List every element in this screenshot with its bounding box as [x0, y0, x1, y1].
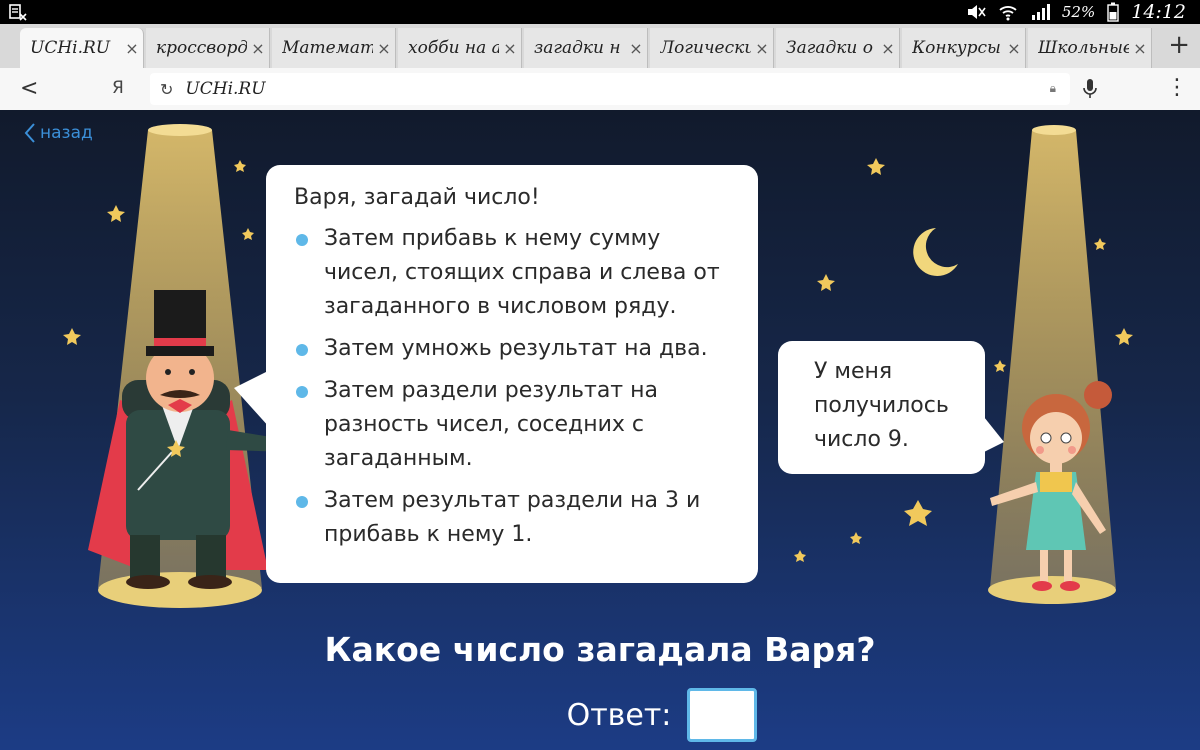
browser-back-button[interactable]: < — [20, 76, 38, 101]
bubble-lead: Варя, загадай число! — [294, 185, 540, 210]
tab-label: кроссворд — [156, 38, 247, 58]
close-icon[interactable]: × — [247, 39, 269, 58]
close-icon[interactable]: × — [751, 39, 773, 58]
magician-speech-bubble: Варя, загадай число! Затем прибавь к нем… — [266, 165, 758, 583]
tab-strip: UCHi.RU× кроссворд× Математи× хобби на а… — [0, 24, 1200, 68]
tab-uchi[interactable]: UCHi.RU × — [20, 28, 144, 68]
close-icon[interactable]: × — [1129, 39, 1151, 58]
new-tab-button[interactable]: + — [1168, 30, 1190, 60]
close-icon[interactable]: × — [121, 39, 143, 58]
instruction-step: Затем умножь результат на два. — [294, 332, 734, 366]
close-icon[interactable]: × — [625, 39, 647, 58]
microphone-icon[interactable] — [1082, 77, 1098, 101]
yandex-button[interactable]: Я — [112, 78, 124, 98]
instruction-step: Затем раздели результат на разность чисе… — [294, 374, 734, 476]
question-text: Какое число загадала Варя? — [324, 630, 876, 669]
wifi-icon — [999, 6, 1017, 21]
instruction-step: Затем результат раздели на 3 и прибавь к… — [294, 484, 734, 552]
close-icon[interactable]: × — [1003, 39, 1025, 58]
status-bar: 52% 14:12 — [0, 0, 1200, 24]
lock-icon: 🔒︎ — [1049, 81, 1056, 95]
address-bar: < Я ↻ UCHi.RU 🔒︎ ⋮ — [0, 68, 1200, 111]
url-text: UCHi.RU — [185, 79, 266, 99]
close-icon[interactable]: × — [373, 39, 395, 58]
tab-label: Математи — [282, 38, 373, 58]
tab-label: Загадки о — [786, 38, 873, 58]
answer-input[interactable] — [687, 688, 758, 742]
tab-math[interactable]: Математи× — [272, 28, 396, 68]
notification-icon — [9, 4, 27, 21]
tab-label: загадки н — [534, 38, 621, 58]
tab-label: Конкурсы — [912, 38, 1001, 58]
url-field[interactable]: ↻ UCHi.RU 🔒︎ — [150, 73, 1070, 105]
clock: 14:12 — [1131, 1, 1186, 23]
mute-icon — [967, 5, 986, 19]
back-link[interactable]: назад — [24, 122, 93, 144]
tab-school[interactable]: Школьные × — [1028, 28, 1152, 68]
answer-row: Ответ: — [0, 688, 1200, 742]
tab-label: хобби на а — [408, 38, 499, 58]
tab-label: Школьные — [1038, 38, 1129, 58]
tab-contests[interactable]: Конкурсы × — [902, 28, 1026, 68]
back-link-label: назад — [40, 123, 93, 143]
tab-label: UCHi.RU — [30, 38, 111, 58]
close-icon[interactable]: × — [499, 39, 521, 58]
battery-icon — [1107, 2, 1119, 22]
tab-crossword[interactable]: кроссворд × — [146, 28, 270, 68]
answer-label: Ответ: — [566, 697, 672, 733]
tab-riddles-2[interactable]: Загадки о × — [776, 28, 900, 68]
chevron-left-icon — [24, 123, 35, 143]
tab-hobby[interactable]: хобби на а × — [398, 28, 522, 68]
moon-icon — [913, 228, 958, 276]
signal-icon — [1031, 4, 1050, 20]
tab-label: Логически — [660, 38, 751, 58]
close-icon[interactable]: × — [877, 39, 899, 58]
tab-logic[interactable]: Логически × — [650, 28, 774, 68]
tab-riddles[interactable]: загадки н × — [524, 28, 648, 68]
girl-speech-bubble: У меня получилось число 9. — [778, 341, 985, 474]
instruction-step: Затем прибавь к нему сумму чисел, стоящи… — [294, 222, 734, 324]
menu-icon[interactable]: ⋮ — [1166, 77, 1188, 99]
game-stage: назад Варя, загадай число! Затем прибавь… — [0, 110, 1200, 750]
instruction-list: Затем прибавь к нему сумму чисел, стоящи… — [294, 222, 734, 552]
battery-level: 52% — [1061, 3, 1096, 21]
reload-icon[interactable]: ↻ — [160, 80, 173, 99]
